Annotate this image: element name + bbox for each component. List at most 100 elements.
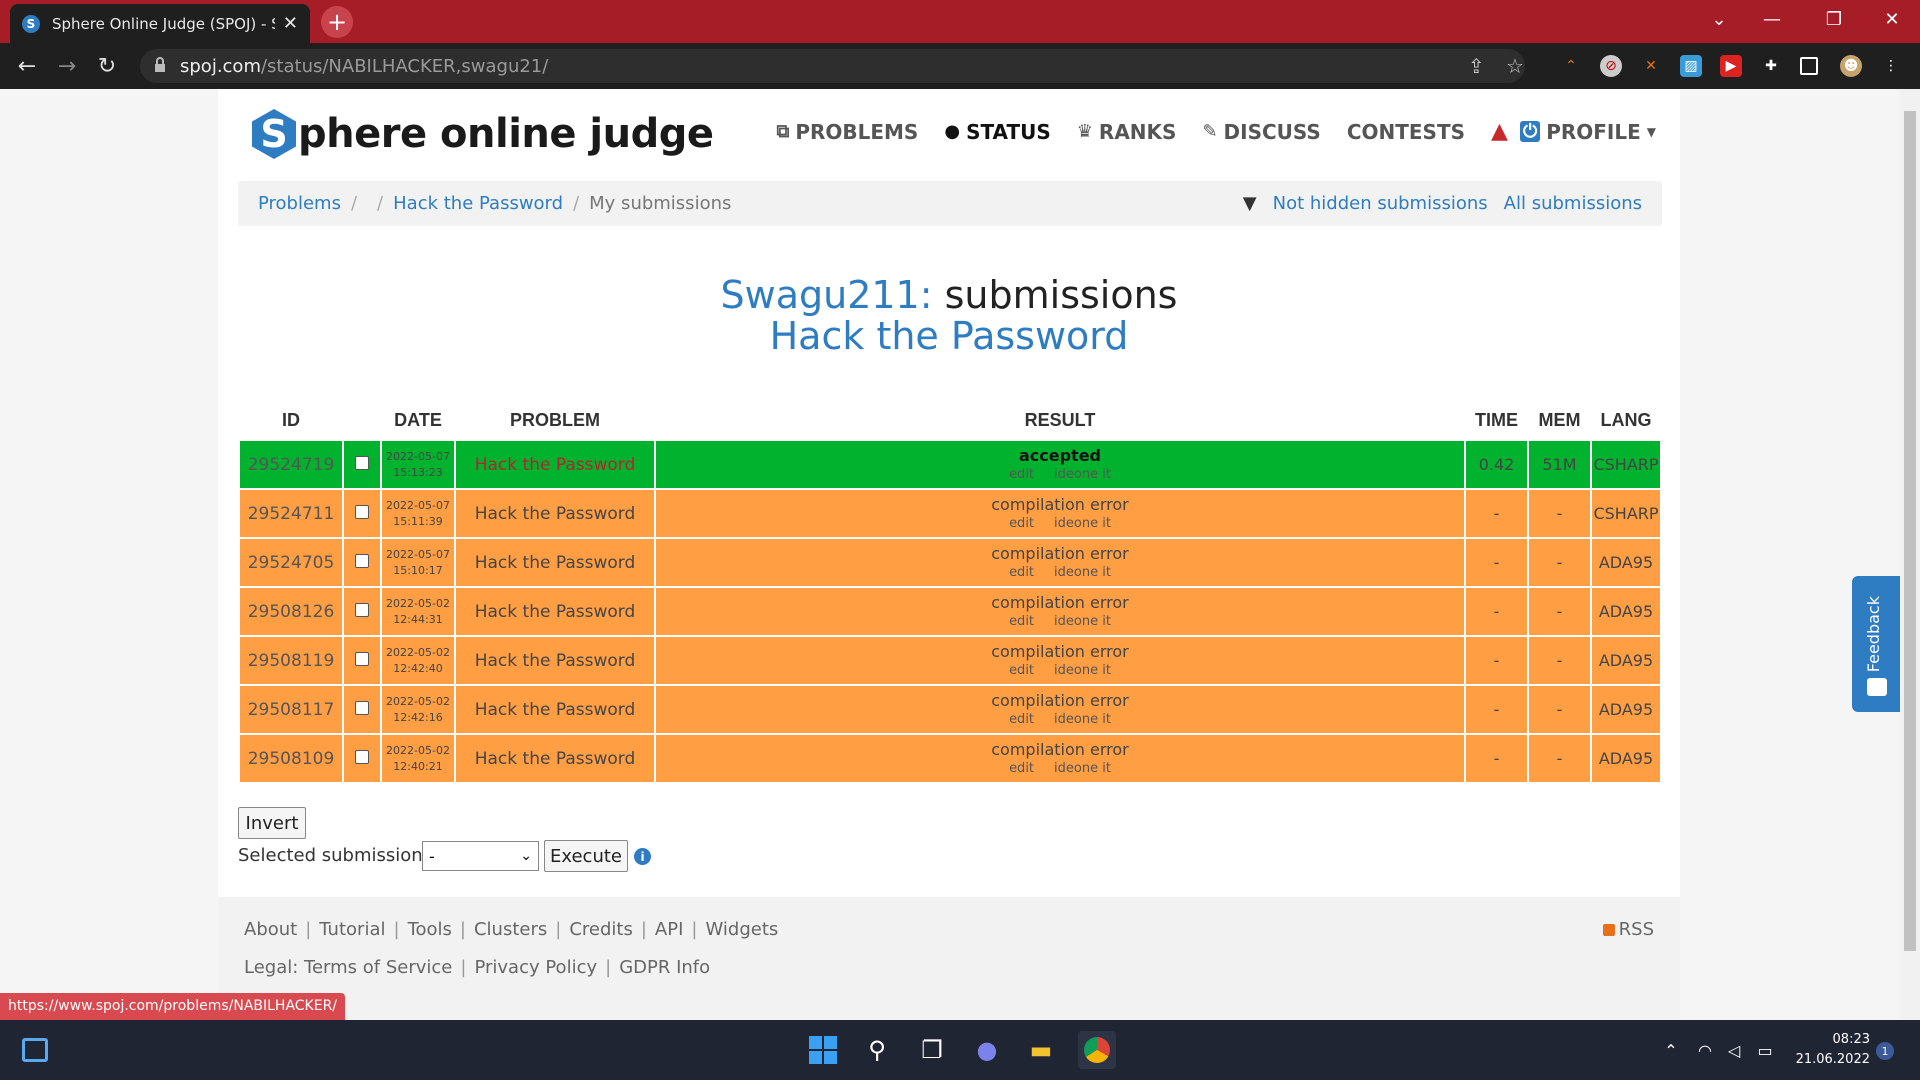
legal-link[interactable]: GDPR Info xyxy=(619,957,710,978)
scrollbar-thumb[interactable] xyxy=(1904,111,1916,951)
search-icon[interactable]: ⚲ xyxy=(858,1031,896,1069)
nav-status[interactable]: ● STATUS xyxy=(944,119,1050,144)
row-checkbox[interactable] xyxy=(355,750,369,764)
ideone-link[interactable]: ideone it xyxy=(1054,516,1111,531)
footer-link[interactable]: Tools xyxy=(408,919,452,940)
problem-link[interactable]: Hack the Password xyxy=(456,441,654,488)
result-text[interactable]: compilation error xyxy=(656,593,1464,612)
edit-link[interactable]: edit xyxy=(1009,663,1034,678)
minimize-button[interactable]: — xyxy=(1746,0,1798,38)
ideone-link[interactable]: ideone it xyxy=(1054,614,1111,629)
menu-dots-icon[interactable]: ⋮ xyxy=(1880,55,1902,77)
submission-id[interactable]: 29508117 xyxy=(240,686,342,733)
submission-id[interactable]: 29524719 xyxy=(240,441,342,488)
close-window-button[interactable]: ✕ xyxy=(1866,0,1918,38)
footer-link[interactable]: API xyxy=(655,919,683,940)
submission-id[interactable]: 29508119 xyxy=(240,637,342,684)
result-text[interactable]: compilation error xyxy=(656,642,1464,661)
ideone-link[interactable]: ideone it xyxy=(1054,712,1111,727)
footer-link[interactable]: Widgets xyxy=(705,919,778,940)
problem-link[interactable]: Hack the Password xyxy=(456,637,654,684)
tab-search-icon[interactable]: ⌄ xyxy=(1693,0,1745,38)
row-checkbox[interactable] xyxy=(355,603,369,617)
chrome-icon[interactable] xyxy=(1078,1031,1116,1069)
ideone-link[interactable]: ideone it xyxy=(1054,663,1111,678)
reload-icon[interactable]: ↻ xyxy=(92,51,122,81)
bookmark-star-icon[interactable]: ☆ xyxy=(1506,54,1524,78)
result-text[interactable]: compilation error xyxy=(656,740,1464,759)
footer-link[interactable]: Credits xyxy=(569,919,633,940)
edit-link[interactable]: edit xyxy=(1009,467,1034,482)
close-tab-icon[interactable]: ✕ xyxy=(283,13,298,34)
info-icon[interactable]: i xyxy=(634,848,651,865)
edit-link[interactable]: edit xyxy=(1009,516,1034,531)
footer-link[interactable]: Tutorial xyxy=(319,919,385,940)
extension-youtube-icon[interactable]: ▶ xyxy=(1720,55,1742,77)
page-scrollbar[interactable] xyxy=(1900,89,1920,1020)
edit-link[interactable]: edit xyxy=(1009,712,1034,727)
forward-icon[interactable]: → xyxy=(52,51,82,81)
execute-button[interactable]: Execute xyxy=(544,840,628,872)
extension-block-icon[interactable]: ⊘ xyxy=(1600,55,1622,77)
footer-link[interactable]: Clusters xyxy=(474,919,547,940)
widgets-icon[interactable] xyxy=(16,1031,54,1069)
breadcrumb-problems[interactable]: Problems xyxy=(258,193,341,214)
chat-app-icon[interactable]: ● xyxy=(968,1031,1006,1069)
ideone-link[interactable]: ideone it xyxy=(1054,565,1111,580)
submission-id[interactable]: 29508109 xyxy=(240,735,342,782)
row-checkbox[interactable] xyxy=(355,505,369,519)
problem-link[interactable]: Hack the Password xyxy=(456,686,654,733)
spoj-logo[interactable]: S phere online judge xyxy=(252,109,714,159)
ideone-link[interactable]: ideone it xyxy=(1054,761,1111,776)
edit-link[interactable]: edit xyxy=(1009,614,1034,629)
address-bar[interactable]: spoj.com/status/NABILHACKER,swagu21/ ⇪ ☆ xyxy=(140,49,1525,83)
notification-badge[interactable]: 1 xyxy=(1876,1042,1894,1060)
ideone-link[interactable]: ideone it xyxy=(1054,467,1111,482)
restore-button[interactable]: ❐ xyxy=(1808,0,1860,38)
all-submissions-link[interactable]: All submissions xyxy=(1504,193,1642,214)
browser-tab[interactable]: S Sphere Online Judge (SPOJ) - Sta ✕ xyxy=(10,4,310,43)
row-checkbox[interactable] xyxy=(355,652,369,666)
warning-icon[interactable]: ▲ xyxy=(1491,119,1508,144)
feedback-button[interactable]: Feedback xyxy=(1852,576,1900,712)
not-hidden-link[interactable]: Not hidden submissions xyxy=(1273,193,1488,214)
problem-link[interactable]: Hack the Password xyxy=(456,735,654,782)
nav-discuss[interactable]: ✎ DISCUSS xyxy=(1202,119,1320,144)
problem-link[interactable]: Hack the Password xyxy=(456,588,654,635)
invert-button[interactable]: Invert xyxy=(238,807,306,839)
footer-link[interactable]: About xyxy=(244,919,297,940)
system-clock[interactable]: 08:23 21.06.2022 xyxy=(1796,1030,1870,1070)
action-select[interactable]: - ⌄ xyxy=(422,841,539,871)
result-text[interactable]: compilation error xyxy=(656,691,1464,710)
problem-link[interactable]: Hack the Password xyxy=(456,490,654,537)
result-text[interactable]: compilation error xyxy=(656,544,1464,563)
result-text[interactable]: accepted xyxy=(656,446,1464,465)
profile-avatar-icon[interactable]: ☻ xyxy=(1840,55,1862,77)
start-icon[interactable] xyxy=(804,1031,842,1069)
nav-contests[interactable]: CONTESTS xyxy=(1347,119,1465,144)
edit-link[interactable]: edit xyxy=(1009,565,1034,580)
page-subtitle[interactable]: Hack the Password xyxy=(218,314,1680,358)
extension-image-icon[interactable]: ▨ xyxy=(1680,55,1702,77)
submission-id[interactable]: 29524711 xyxy=(240,490,342,537)
share-icon[interactable]: ⇪ xyxy=(1468,54,1485,78)
extension-x-icon[interactable]: ✕ xyxy=(1640,55,1662,77)
submission-id[interactable]: 29524705 xyxy=(240,539,342,586)
back-icon[interactable]: ← xyxy=(12,51,42,81)
result-text[interactable]: compilation error xyxy=(656,495,1464,514)
file-explorer-icon[interactable]: ▬ xyxy=(1022,1031,1060,1069)
extensions-puzzle-icon[interactable]: ✚ xyxy=(1760,55,1782,77)
row-checkbox[interactable] xyxy=(355,554,369,568)
nav-profile[interactable]: ⏻ PROFILE ▼ xyxy=(1519,119,1662,144)
new-tab-button[interactable]: + xyxy=(321,6,353,38)
tray-chevron-icon[interactable]: ⌃ xyxy=(1652,1031,1690,1069)
nav-problems[interactable]: ⧉ PROBLEMS xyxy=(776,119,918,144)
legal-link[interactable]: Privacy Policy xyxy=(474,957,597,978)
battery-icon[interactable]: ▭ xyxy=(1746,1031,1784,1069)
side-panel-icon[interactable] xyxy=(1800,57,1818,75)
title-user[interactable]: Swagu211: xyxy=(721,273,933,317)
row-checkbox[interactable] xyxy=(355,701,369,715)
problem-link[interactable]: Hack the Password xyxy=(456,539,654,586)
row-checkbox[interactable] xyxy=(355,456,369,470)
task-view-icon[interactable]: ❐ xyxy=(913,1031,951,1069)
